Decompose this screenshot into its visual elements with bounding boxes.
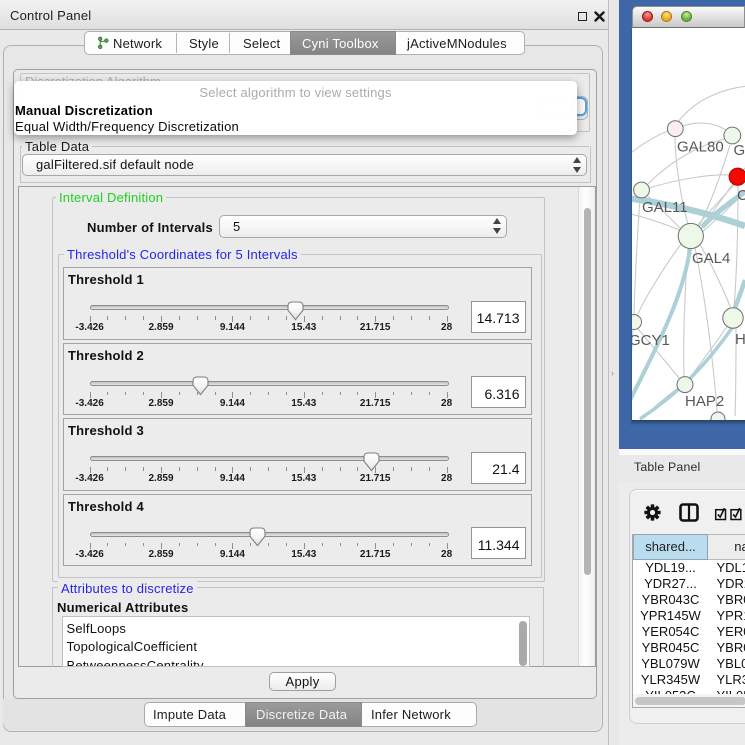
svg-text:HAP2: HAP2: [685, 393, 724, 410]
svg-text:GCY1: GCY1: [632, 332, 670, 349]
svg-text:GAL11: GAL11: [642, 199, 688, 216]
svg-text:GA: GA: [734, 142, 745, 159]
svg-text:GAL4: GAL4: [692, 250, 730, 267]
svg-text:GAL80: GAL80: [677, 139, 724, 156]
svg-text:H: H: [735, 331, 745, 348]
svg-text:C: C: [737, 187, 745, 204]
